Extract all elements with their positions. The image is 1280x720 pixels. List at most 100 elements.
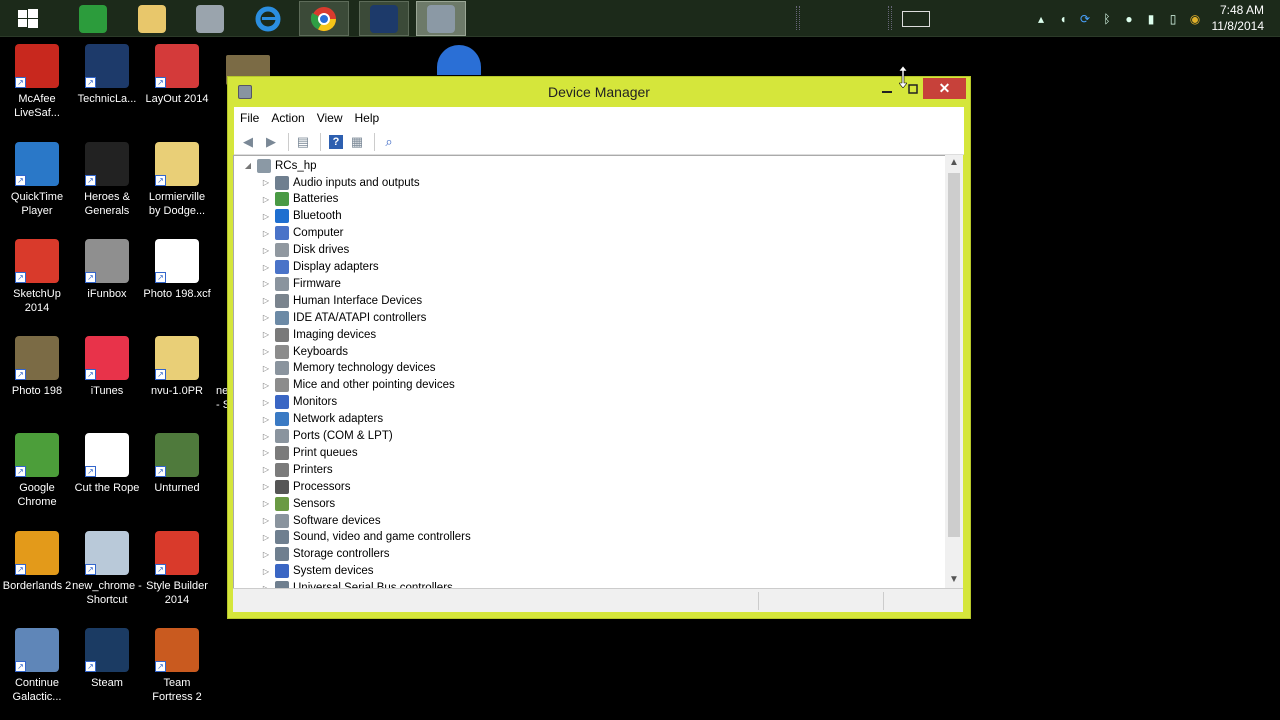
scroll-thumb[interactable]: [948, 173, 960, 537]
help-icon[interactable]: ?: [329, 134, 343, 149]
google-earth-icon[interactable]: [437, 45, 481, 75]
steam-tray-icon[interactable]: ●: [1122, 12, 1136, 26]
expand-arrow-icon[interactable]: ▷: [260, 227, 272, 239]
desktop-icon[interactable]: ↗ QuickTime Player: [2, 142, 72, 218]
expand-arrow-icon[interactable]: ▷: [260, 244, 272, 256]
tree-item[interactable]: ▷ Printers: [260, 461, 333, 478]
forward-arrow-icon[interactable]: ▶: [261, 133, 281, 151]
tree-item[interactable]: ▷ Disk drives: [260, 242, 349, 259]
tree-item[interactable]: ▷ Storage controllers: [260, 546, 390, 563]
desktop-icon[interactable]: ↗ Cut the Rope: [72, 433, 142, 495]
toolbar-grip[interactable]: [796, 6, 800, 30]
scroll-down-arrow-icon[interactable]: ▼: [945, 572, 963, 588]
tree-item[interactable]: ▷ Print queues: [260, 444, 358, 461]
expand-arrow-icon[interactable]: ▷: [260, 362, 272, 374]
tree-item[interactable]: ▷ Monitors: [260, 394, 337, 411]
windows-start-icon[interactable]: [3, 1, 53, 36]
tree-item[interactable]: ▷ IDE ATA/ATAPI controllers: [260, 309, 426, 326]
chrome-tray-icon[interactable]: ◉: [1188, 12, 1202, 26]
chrome-icon[interactable]: [299, 1, 349, 36]
expand-arrow-icon[interactable]: ▷: [260, 193, 272, 205]
desktop-icon[interactable]: ↗ nvu-1.0PR: [142, 336, 212, 398]
chevron-up-icon[interactable]: ▴: [1034, 12, 1048, 26]
tree-item[interactable]: ▷ Mice and other pointing devices: [260, 377, 455, 394]
toolbar-grip[interactable]: [888, 6, 892, 30]
show-hide-console-tree-icon[interactable]: ▤: [293, 133, 313, 151]
expand-arrow-icon[interactable]: ▷: [260, 430, 272, 442]
tree-item[interactable]: ▷ Keyboards: [260, 343, 348, 360]
close-button[interactable]: ✕: [923, 78, 966, 99]
desktop-icon[interactable]: ↗ Lormierville by Dodge...: [142, 142, 212, 218]
tree-item[interactable]: ▷Universal Serial Bus controllers: [260, 580, 453, 588]
desktop-icon[interactable]: ↗ Continue Galactic...: [2, 628, 72, 704]
tree-item[interactable]: ▷ Bluetooth: [260, 208, 342, 225]
title-bar[interactable]: Device Manager ✕: [228, 77, 970, 107]
expand-arrow-icon[interactable]: ▷: [260, 498, 272, 510]
desktop-icon[interactable]: ↗ Style Builder 2014: [142, 531, 212, 607]
tree-item[interactable]: ▷ Network adapters: [260, 411, 383, 428]
tree-item[interactable]: ▷ Human Interface Devices: [260, 292, 422, 309]
desktop-icon[interactable]: ↗ SketchUp 2014: [2, 239, 72, 315]
user-folder-icon[interactable]: [185, 1, 235, 36]
expand-arrow-icon[interactable]: ▷: [260, 447, 272, 459]
store-icon[interactable]: [68, 1, 118, 36]
internet-explorer-icon[interactable]: [243, 1, 293, 36]
menu-file[interactable]: File: [234, 111, 265, 125]
expand-arrow-icon[interactable]: ▷: [260, 346, 272, 358]
tree-item[interactable]: ▷ Audio inputs and outputs: [260, 174, 420, 191]
tree-item[interactable]: ▷ Computer: [260, 225, 344, 242]
tree-item[interactable]: ▷ Processors: [260, 478, 351, 495]
menu-help[interactable]: Help: [349, 111, 386, 125]
expand-arrow-icon[interactable]: ▷: [260, 413, 272, 425]
expand-arrow-icon[interactable]: ▷: [260, 531, 272, 543]
scan-hardware-icon[interactable]: ⌕: [379, 133, 399, 151]
tree-item[interactable]: ▷ Ports (COM & LPT): [260, 428, 393, 445]
menu-view[interactable]: View: [311, 111, 349, 125]
desktop-icon[interactable]: ↗ Steam: [72, 628, 142, 690]
desktop-icon[interactable]: ↗ iFunbox: [72, 239, 142, 301]
desktop-icon[interactable]: ↗ Team Fortress 2: [142, 628, 212, 704]
expand-arrow-icon[interactable]: ▷: [260, 312, 272, 324]
expand-arrow-icon[interactable]: ▷: [260, 295, 272, 307]
expand-arrow-icon[interactable]: ▷: [260, 177, 272, 189]
tree-root[interactable]: ◢ RCs_hp: [242, 157, 317, 174]
expand-arrow-icon[interactable]: ▷: [260, 329, 272, 341]
back-arrow-icon[interactable]: ◀: [238, 133, 258, 151]
desktop-icon[interactable]: ↗ LayOut 2014: [142, 44, 212, 106]
tree-item[interactable]: ▷ Memory technology devices: [260, 360, 436, 377]
expand-arrow-icon[interactable]: ▷: [260, 481, 272, 493]
desktop-icon[interactable]: ↗ new_chrome - Shortcut: [72, 531, 142, 607]
scroll-up-arrow-icon[interactable]: ▲: [945, 155, 963, 171]
tree-item[interactable]: ▷ Sound, video and game controllers: [260, 529, 471, 546]
desktop-icon[interactable]: ↗ Borderlands 2: [2, 531, 72, 593]
properties-icon[interactable]: ▦: [347, 133, 367, 151]
expand-arrow-icon[interactable]: ▷: [260, 278, 272, 290]
file-explorer-icon[interactable]: [127, 1, 177, 36]
keyboard-icon[interactable]: [902, 11, 930, 27]
sync-icon[interactable]: ⟳: [1078, 12, 1092, 26]
technic-launcher-icon[interactable]: [359, 1, 409, 36]
expand-arrow-icon[interactable]: ▷: [260, 261, 272, 273]
menu-action[interactable]: Action: [265, 111, 310, 125]
device-manager-icon[interactable]: [416, 1, 466, 36]
expand-arrow-icon[interactable]: ▷: [260, 464, 272, 476]
expand-arrow-icon[interactable]: ▷: [260, 548, 272, 560]
desktop-icon[interactable]: ↗ iTunes: [72, 336, 142, 398]
desktop-icon[interactable]: ↗ TechnicLa...: [72, 44, 142, 106]
tree-item[interactable]: ▷ Firmware: [260, 275, 341, 292]
desktop-icon[interactable]: ↗ Unturned: [142, 433, 212, 495]
expand-arrow-icon[interactable]: ▷: [260, 396, 272, 408]
desktop-icon[interactable]: ↗ McAfee LiveSaf...: [2, 44, 72, 120]
tree-item[interactable]: ▷ System devices: [260, 563, 374, 580]
expand-arrow-icon[interactable]: ▷: [260, 515, 272, 527]
expand-arrow-icon[interactable]: ▷: [260, 210, 272, 222]
expand-arrow-icon[interactable]: ▷: [260, 565, 272, 577]
device-tree[interactable]: ◢ RCs_hp ▷ Audio inputs and outputs ▷ Batteri…: [233, 155, 945, 588]
network-icon[interactable]: ▮: [1144, 12, 1158, 26]
minimize-button[interactable]: [874, 78, 900, 99]
tree-item[interactable]: ▷ Display adapters: [260, 259, 379, 276]
tree-item[interactable]: ▷ Sensors: [260, 495, 335, 512]
clock[interactable]: 7:48 AM 11/8/2014: [1212, 2, 1265, 34]
bluetooth-icon[interactable]: ᛒ: [1100, 12, 1114, 26]
desktop-icon[interactable]: ↗ Heroes & Generals: [72, 142, 142, 218]
